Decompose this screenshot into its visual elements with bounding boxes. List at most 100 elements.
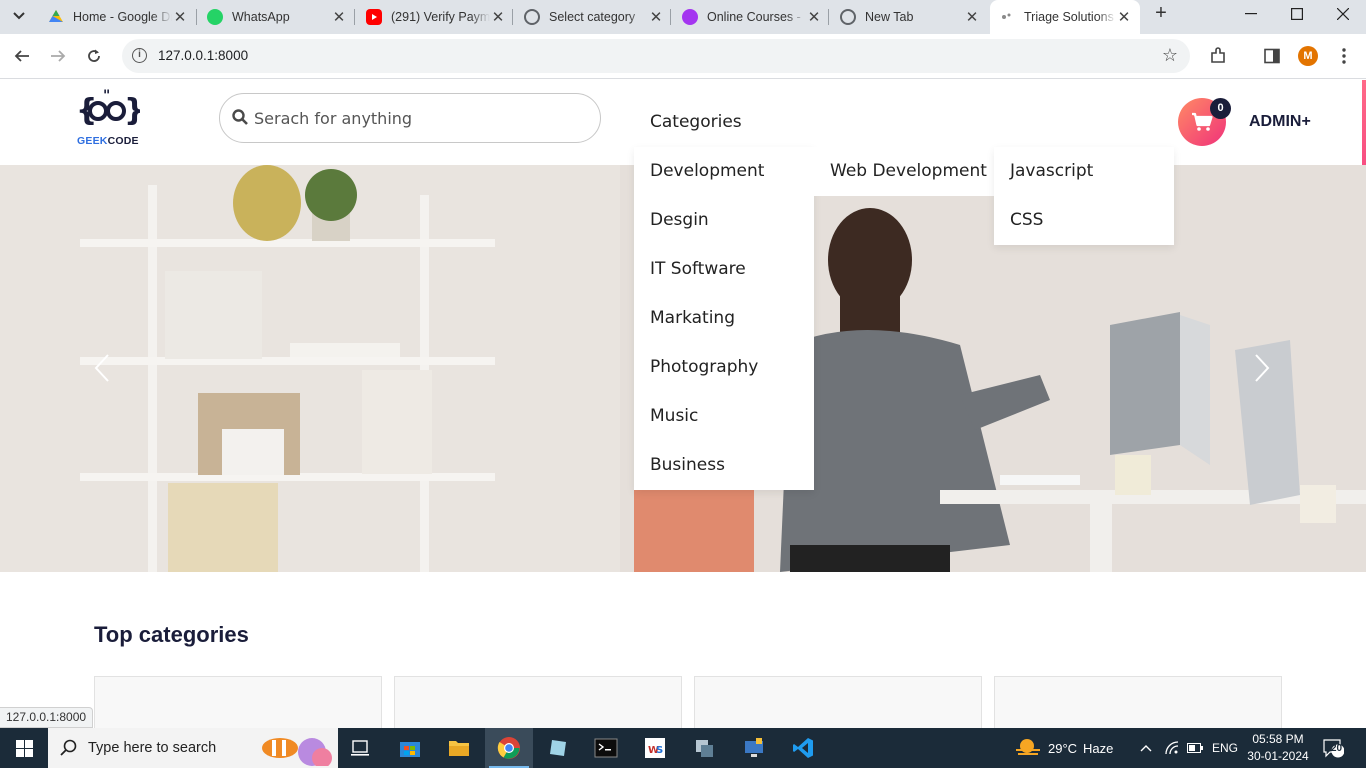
tab-close-icon[interactable]: ✕ [490, 8, 506, 26]
tab-close-icon[interactable]: ✕ [806, 8, 822, 26]
category-card[interactable] [394, 676, 682, 728]
profile-avatar[interactable]: M [1298, 46, 1318, 66]
udemy-icon [682, 9, 698, 25]
wifi-icon[interactable] [1164, 728, 1180, 768]
tab-whatsapp[interactable]: WhatsApp ✕ [197, 0, 355, 34]
youtube-icon [366, 9, 382, 25]
show-hidden-icons-icon[interactable] [1140, 728, 1152, 768]
tab-online-courses[interactable]: Online Courses - ✕ [672, 0, 830, 34]
taskbar-search-box[interactable]: Type here to search [48, 728, 338, 768]
reload-icon[interactable] [82, 44, 106, 68]
battery-icon[interactable] [1187, 728, 1203, 768]
tab-close-icon[interactable]: ✕ [172, 8, 188, 26]
tab-close-icon[interactable]: ✕ [1116, 8, 1132, 26]
address-bar[interactable]: i 127.0.0.1:8000 ☆ [122, 39, 1190, 73]
maximize-icon[interactable] [1274, 0, 1320, 28]
categories-menu: Development Desgin IT Software Markating… [634, 147, 814, 490]
url-text[interactable]: 127.0.0.1:8000 [158, 48, 248, 63]
menu-item-business[interactable]: Business [634, 441, 814, 490]
tab-google-drive[interactable]: Home - Google Drive ✕ [38, 0, 196, 34]
cart-count-badge: 0 [1210, 98, 1231, 119]
search-icon [60, 739, 77, 756]
page-icon [1000, 11, 1012, 23]
svg-text:": " [103, 88, 110, 104]
vscode-icon[interactable] [779, 728, 827, 768]
extensions-icon[interactable] [1208, 46, 1228, 66]
menu-item-javascript[interactable]: Javascript [994, 147, 1174, 196]
carousel-prev-icon[interactable] [90, 353, 114, 383]
svg-text:}: } [124, 93, 140, 128]
menu-item-development[interactable]: Development [634, 147, 814, 196]
haze-weather-icon [1016, 739, 1040, 755]
back-icon[interactable] [10, 44, 34, 68]
tab-separator [670, 9, 671, 25]
svg-text:{: { [76, 93, 97, 128]
top-categories-heading: Top categories [94, 622, 249, 647]
side-panel-icon[interactable] [1262, 46, 1282, 66]
tab-youtube[interactable]: (291) Verify Payment ✕ [356, 0, 514, 34]
category-card[interactable] [694, 676, 982, 728]
whatsapp-icon [207, 9, 223, 25]
forward-icon[interactable] [46, 44, 70, 68]
search-input[interactable] [254, 105, 584, 131]
menu-item-marketing[interactable]: Markating [634, 294, 814, 343]
windows-start-icon[interactable] [0, 728, 48, 768]
task-view-icon[interactable] [336, 728, 384, 768]
browser-tab-bar: Home - Google Drive ✕ WhatsApp ✕ (291) V… [0, 0, 1366, 34]
chrome-icon [840, 9, 856, 25]
tab-new-tab[interactable]: New Tab ✕ [830, 0, 988, 34]
microsoft-store-icon[interactable] [386, 728, 434, 768]
tab-close-icon[interactable]: ✕ [964, 8, 980, 26]
google-drive-icon [48, 9, 64, 25]
menu-item-it-software[interactable]: IT Software [634, 245, 814, 294]
category-card[interactable] [994, 676, 1282, 728]
system-clock[interactable]: 05:58 PM 30-01-2024 [1246, 731, 1310, 765]
window-close-icon[interactable] [1320, 0, 1366, 28]
notepad-icon[interactable] [534, 728, 582, 768]
cart-icon [1192, 112, 1213, 131]
menu-item-web-development[interactable]: Web Development [814, 147, 994, 196]
status-url-tooltip: 127.0.0.1:8000 [0, 707, 94, 728]
tab-separator [354, 9, 355, 25]
search-icon [232, 109, 248, 125]
terminal-icon[interactable] [582, 728, 630, 768]
globe-icon [524, 9, 540, 25]
notification-center-icon[interactable]: 20 [1322, 728, 1344, 768]
remote-desktop-icon[interactable] [730, 728, 778, 768]
categories-link[interactable]: Categories [650, 112, 742, 132]
menu-item-css[interactable]: CSS [994, 196, 1174, 245]
course-search[interactable] [219, 93, 601, 143]
document-app-icon[interactable]: WS [631, 728, 679, 768]
web-page: { " } GEEKCODE Categories 0 ADMIN+ [0, 80, 1366, 728]
tab-select-category[interactable]: Select category ✕ [514, 0, 672, 34]
menu-item-photography[interactable]: Photography [634, 343, 814, 392]
category-card[interactable] [94, 676, 382, 728]
chrome-taskbar-icon[interactable] [485, 728, 533, 768]
tab-close-icon[interactable]: ✕ [331, 8, 347, 26]
search-highlight-icon [262, 738, 332, 766]
network-tool-icon[interactable] [680, 728, 728, 768]
tab-search-icon[interactable] [8, 5, 30, 27]
carousel-next-icon[interactable] [1250, 353, 1274, 383]
menu-item-design[interactable]: Desgin [634, 196, 814, 245]
file-explorer-icon[interactable] [435, 728, 483, 768]
new-tab-icon[interactable]: + [1151, 3, 1171, 23]
topics-menu: Javascript CSS [994, 147, 1174, 245]
bookmark-star-icon[interactable]: ☆ [1162, 45, 1178, 66]
minimize-icon[interactable] [1228, 0, 1274, 28]
tab-separator [828, 9, 829, 25]
weather-widget[interactable]: 29°C Haze [1014, 728, 1113, 768]
windows-taskbar: Type here to search WS 29°C Haze ENG 05:… [0, 728, 1366, 768]
menu-item-music[interactable]: Music [634, 392, 814, 441]
site-info-icon[interactable]: i [132, 48, 147, 63]
subcategories-menu: Web Development [814, 147, 994, 196]
chrome-menu-icon[interactable] [1334, 46, 1354, 66]
svg-text:S: S [656, 745, 663, 756]
browser-toolbar: i 127.0.0.1:8000 ☆ M [0, 34, 1366, 79]
user-menu[interactable]: ADMIN+ [1249, 113, 1311, 131]
tab-triage-solutions[interactable]: Triage Solutions ✕ [990, 0, 1140, 34]
tab-separator [512, 9, 513, 25]
logo-wordmark: GEEKCODE [77, 135, 139, 147]
tab-close-icon[interactable]: ✕ [648, 8, 664, 26]
language-indicator[interactable]: ENG [1212, 728, 1238, 768]
